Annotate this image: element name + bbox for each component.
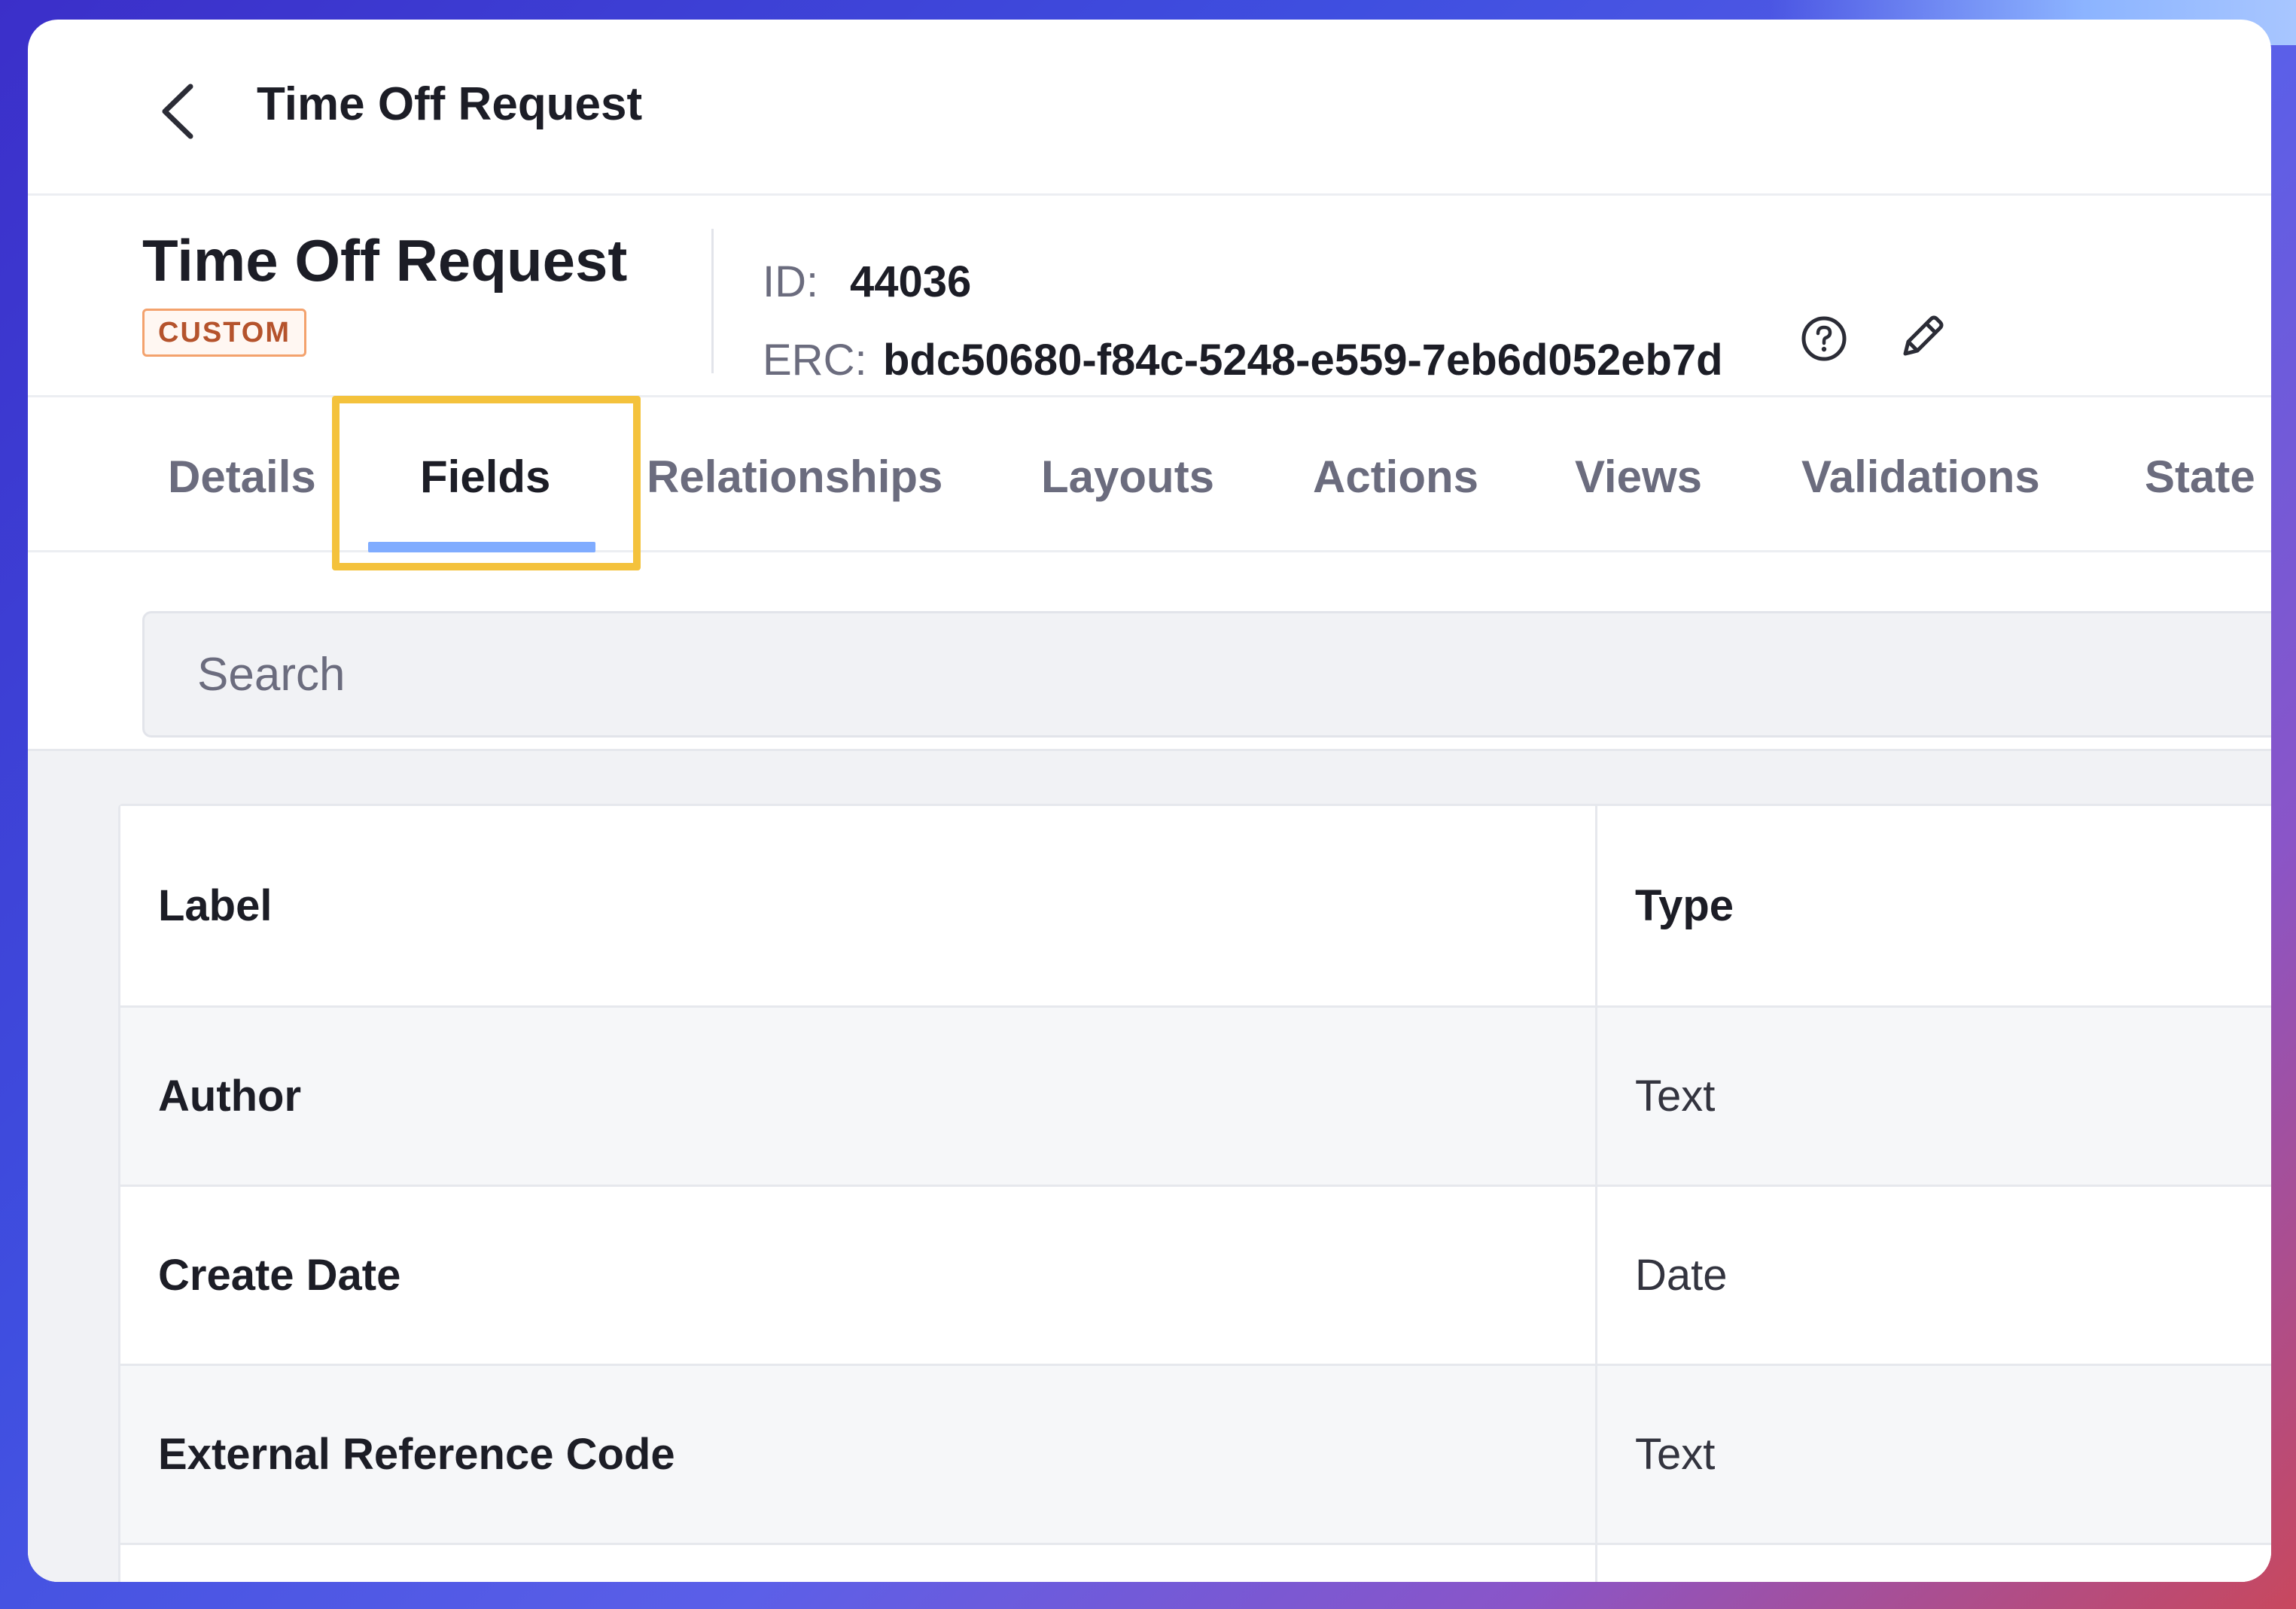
row-type: Text (1635, 1429, 1716, 1479)
custom-badge: CUSTOM (142, 309, 306, 357)
column-header-type[interactable]: Type (1597, 806, 2271, 1005)
row-type: Text (1635, 1071, 1716, 1121)
search-input[interactable] (142, 611, 2271, 738)
header-divider (711, 229, 714, 373)
erc-value: bdc50680-f84c-5248-e559-7eb6d052eb7d (883, 336, 1723, 385)
erc-label: ERC: (763, 336, 867, 385)
id-value: 44036 (850, 257, 972, 306)
table-row[interactable]: External Reference Code Text (120, 1366, 2271, 1545)
app-window: Time Off Request Time Off Request CUSTOM… (28, 20, 2271, 1582)
tab-layouts[interactable]: Layouts (1041, 450, 1214, 504)
tab-state[interactable]: State (2145, 450, 2255, 504)
column-header-label[interactable]: Label (120, 806, 1597, 1005)
row-label-empty (120, 1545, 1597, 1582)
top-bar: Time Off Request (28, 20, 2271, 196)
table-row[interactable]: Create Date Date (120, 1187, 2271, 1366)
tab-actions[interactable]: Actions (1313, 450, 1478, 504)
row-label[interactable]: Author (120, 1008, 1597, 1185)
fields-tab-highlight (332, 396, 641, 570)
table-area: Label Type Author Text Create Date Date … (28, 751, 2271, 1582)
tab-views[interactable]: Views (1575, 450, 1702, 504)
pencil-icon[interactable] (1895, 310, 1949, 364)
id-label: ID: (763, 257, 819, 306)
tab-relationships[interactable]: Relationships (647, 450, 942, 504)
search-section (28, 552, 2271, 751)
row-type: Date (1635, 1250, 1728, 1300)
row-label[interactable]: Create Date (120, 1187, 1597, 1364)
table-row[interactable]: Author Text (120, 1008, 2271, 1187)
page-title: Time Off Request (257, 78, 643, 130)
question-circle-icon[interactable] (1800, 315, 1848, 363)
tab-details[interactable]: Details (168, 450, 316, 504)
table-header-row: Label Type (120, 806, 2271, 1008)
tab-validations[interactable]: Validations (1801, 450, 2040, 504)
fields-table: Label Type Author Text Create Date Date … (118, 804, 2271, 1582)
chevron-left-icon[interactable] (156, 82, 201, 141)
row-label[interactable]: External Reference Code (120, 1366, 1597, 1543)
object-title: Time Off Request (142, 227, 628, 294)
object-header: Time Off Request CUSTOM ID: 44036 ERC: b… (28, 196, 2271, 397)
row-type-empty (1597, 1545, 2271, 1582)
table-row-partial (120, 1545, 2271, 1582)
